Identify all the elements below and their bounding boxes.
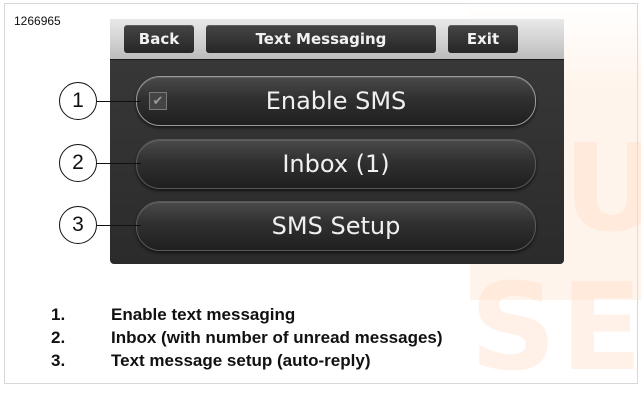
callout-2: 2 [59,144,97,182]
callout-1: 1 [59,82,97,120]
sms-setup-label: SMS Setup [271,212,401,240]
legend: 1. Enable text messaging 2. Inbox (with … [51,305,443,374]
legend-number: 1. [51,305,66,324]
top-bar: Back Text Messaging Exit [110,19,564,60]
inbox-label: Inbox (1) [282,150,390,178]
legend-number: 3. [51,351,66,370]
legend-text: Enable text messaging [111,305,296,324]
legend-item: 3. Text message setup (auto-reply) [51,351,443,374]
callout-3: 3 [59,206,97,244]
sms-setup-button[interactable]: SMS Setup [136,201,536,251]
inbox-button[interactable]: Inbox (1) [136,139,536,189]
back-button[interactable]: Back [124,25,194,53]
callout-2-leader-line [97,163,141,164]
screen-title: Text Messaging [206,25,436,53]
legend-item: 1. Enable text messaging [51,305,443,328]
callout-3-leader-line [97,225,141,226]
callout-1-leader-line [97,101,141,102]
enable-sms-label: Enable SMS [265,87,407,115]
legend-text: Text message setup (auto-reply) [111,351,371,370]
legend-text: Inbox (with number of unread messages) [111,328,443,347]
legend-number: 2. [51,328,66,347]
device-screen: Back Text Messaging Exit ✔ Enable SMS In… [110,19,564,264]
legend-item: 2. Inbox (with number of unread messages… [51,328,443,351]
enable-sms-button[interactable]: ✔ Enable SMS [136,76,536,126]
exit-button[interactable]: Exit [448,25,518,53]
figure-id: 1266965 [14,14,61,28]
checkbox-checked-icon[interactable]: ✔ [149,92,167,110]
